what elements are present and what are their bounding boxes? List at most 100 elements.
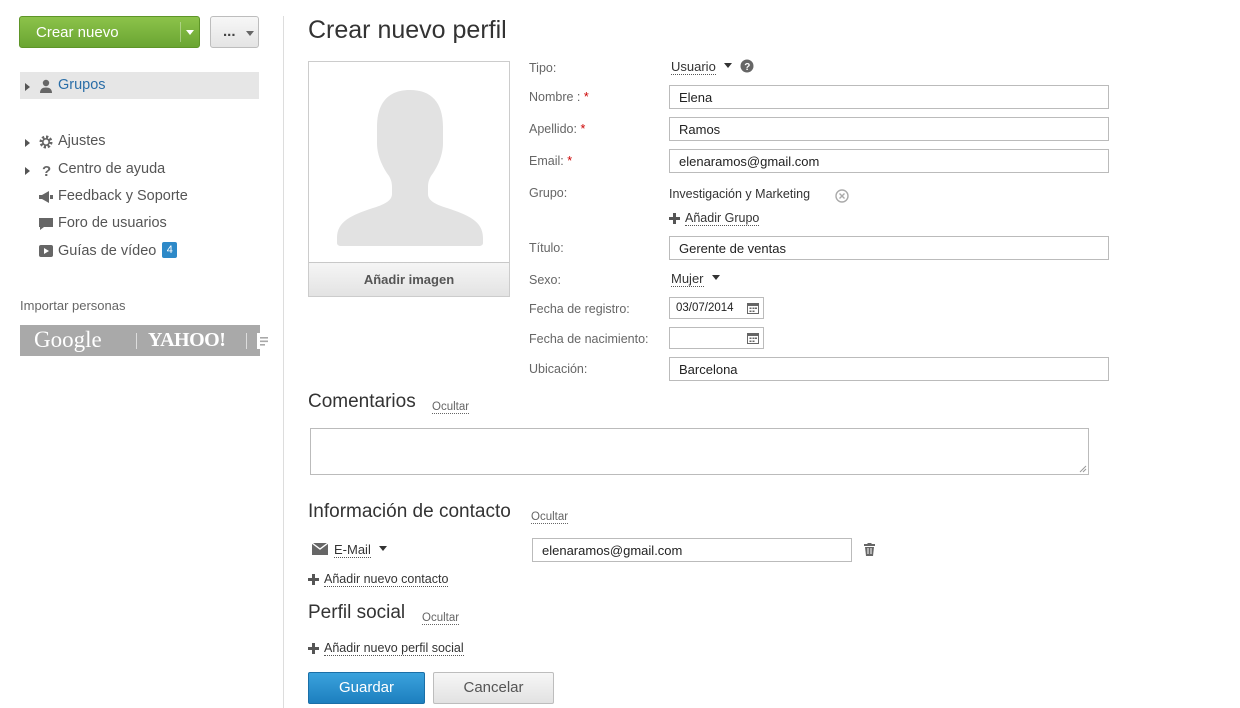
- svg-text:?: ?: [42, 163, 51, 178]
- registration-date-field[interactable]: 03/07/2014: [669, 297, 764, 319]
- import-bar: Google YAHOO!: [20, 325, 271, 356]
- sidebar-divider: [283, 16, 284, 708]
- chevron-down-icon: [711, 275, 720, 280]
- add-image-button[interactable]: Añadir imagen: [309, 262, 509, 296]
- sex-dropdown[interactable]: Mujer: [671, 270, 720, 288]
- type-dropdown[interactable]: Usuario: [671, 58, 732, 76]
- video-play-icon: [39, 245, 53, 257]
- help-icon[interactable]: ?: [740, 59, 754, 73]
- page-title: Crear nuevo perfil: [308, 16, 507, 44]
- first-name-field[interactable]: Elena: [669, 85, 1109, 109]
- google-import-button[interactable]: Google: [34, 327, 102, 353]
- hide-label: Ocultar: [422, 612, 460, 625]
- plus-icon: [308, 643, 319, 654]
- add-social-profile-link[interactable]: Añadir nuevo perfil social: [308, 641, 478, 657]
- sidebar-item-settings[interactable]: Ajustes: [25, 133, 255, 155]
- first-name-label: Nombre : *: [529, 90, 589, 104]
- contact-type-dropdown[interactable]: E-Mail: [334, 541, 387, 559]
- sidebar-item-label: Centro de ayuda: [58, 161, 166, 177]
- gear-icon: [39, 135, 53, 149]
- chevron-down-icon[interactable]: [186, 30, 194, 35]
- required-mark: *: [580, 122, 586, 136]
- button-divider: [180, 22, 181, 42]
- last-name-label-text: Apellido:: [529, 122, 577, 136]
- sidebar-item-label: Ajustes: [58, 133, 106, 149]
- envelope-icon: [312, 543, 328, 555]
- contact-info-title: Información de contacto: [308, 501, 511, 522]
- trash-icon[interactable]: [864, 543, 875, 556]
- contact-email-field[interactable]: elenaramos@gmail.com: [532, 538, 852, 562]
- registration-date-label: Fecha de registro:: [529, 302, 630, 316]
- email-label: Email: *: [529, 154, 572, 168]
- sidebar-item-forum[interactable]: Foro de usuarios: [25, 215, 255, 237]
- last-name-field[interactable]: Ramos: [669, 117, 1109, 141]
- comments-title: Comentarios: [308, 391, 416, 412]
- job-title-field[interactable]: Gerente de ventas: [669, 236, 1109, 260]
- location-field[interactable]: Barcelona: [669, 357, 1109, 381]
- hide-label: Ocultar: [432, 401, 470, 414]
- calendar-icon[interactable]: [747, 302, 759, 314]
- hide-label: Ocultar: [531, 511, 569, 524]
- plus-icon: [308, 574, 319, 585]
- add-group-label: Añadir Grupo: [685, 211, 760, 226]
- required-mark: *: [567, 154, 573, 168]
- calendar-icon[interactable]: [747, 332, 759, 344]
- user-icon: [40, 79, 52, 93]
- resize-handle-icon[interactable]: [1079, 465, 1087, 473]
- sidebar-item-groups[interactable]: Grupos: [25, 77, 255, 99]
- expand-icon[interactable]: [25, 83, 30, 91]
- file-import-icon[interactable]: [255, 332, 273, 350]
- remove-group-icon[interactable]: [835, 189, 849, 203]
- speech-bubble-icon: [39, 218, 53, 230]
- location-label: Ubicación:: [529, 362, 588, 376]
- birth-date-field[interactable]: [669, 327, 764, 349]
- megaphone-icon: [39, 191, 53, 203]
- divider: [246, 333, 247, 349]
- comments-hide-link[interactable]: Ocultar: [432, 397, 470, 415]
- required-mark: *: [583, 90, 589, 104]
- registration-date-value: 03/07/2014: [676, 302, 734, 314]
- sidebar-item-help[interactable]: ? Centro de ayuda: [25, 161, 255, 183]
- more-label: ...: [223, 23, 236, 40]
- more-actions-button[interactable]: ...: [210, 16, 259, 48]
- save-button[interactable]: Guardar: [308, 672, 425, 704]
- sidebar-item-label: Foro de usuarios: [58, 215, 167, 231]
- email-label-text: Email:: [529, 154, 564, 168]
- sex-value: Mujer: [671, 271, 704, 287]
- import-label: Importar personas: [20, 298, 126, 313]
- social-profile-title: Perfil social: [308, 602, 406, 623]
- add-contact-link[interactable]: Añadir nuevo contacto: [308, 572, 458, 588]
- add-group-link[interactable]: Añadir Grupo: [669, 211, 769, 227]
- create-new-button[interactable]: Crear nuevo: [19, 16, 200, 48]
- comments-textarea[interactable]: [310, 428, 1089, 475]
- yahoo-import-button[interactable]: YAHOO!: [148, 329, 226, 352]
- group-label: Grupo:: [529, 186, 568, 200]
- contact-hide-link[interactable]: Ocultar: [531, 507, 569, 525]
- profile-photo: Añadir imagen: [308, 61, 510, 297]
- first-name-label-text: Nombre :: [529, 90, 581, 104]
- cancel-button[interactable]: Cancelar: [433, 672, 554, 704]
- sidebar-item-videos[interactable]: Guías de vídeo 4: [25, 242, 255, 264]
- videos-label: Guías de vídeo: [58, 243, 157, 259]
- chevron-down-icon: [378, 546, 387, 551]
- email-field[interactable]: elenaramos@gmail.com: [669, 149, 1109, 173]
- count-badge: 4: [162, 242, 178, 258]
- add-social-profile-label: Añadir nuevo perfil social: [324, 641, 464, 656]
- title-label: Título:: [529, 241, 564, 255]
- expand-icon[interactable]: [25, 167, 30, 175]
- create-new-label: Crear nuevo: [36, 24, 119, 41]
- sidebar-item-label: Grupos: [58, 77, 106, 93]
- social-hide-link[interactable]: Ocultar: [422, 608, 460, 626]
- sex-label: Sexo:: [529, 273, 561, 287]
- plus-icon: [669, 213, 680, 224]
- last-name-label: Apellido: *: [529, 122, 585, 136]
- chevron-down-icon: [723, 63, 732, 68]
- divider: [136, 333, 137, 349]
- sidebar-item-feedback[interactable]: Feedback y Soporte: [25, 188, 255, 210]
- expand-icon[interactable]: [25, 139, 30, 147]
- contact-type-value: E-Mail: [334, 542, 371, 558]
- add-contact-label: Añadir nuevo contacto: [324, 572, 449, 587]
- birth-date-label: Fecha de nacimiento:: [529, 332, 649, 346]
- type-value: Usuario: [671, 59, 716, 75]
- type-label: Tipo:: [529, 61, 557, 75]
